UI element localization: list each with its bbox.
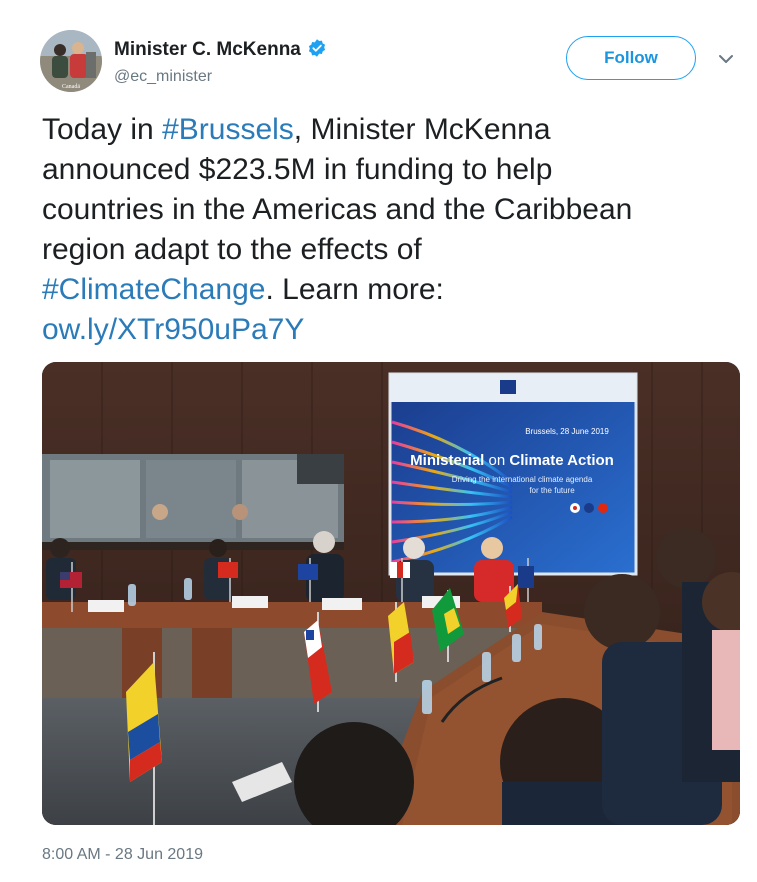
- tweet-text-segment: . Learn more:: [265, 273, 444, 306]
- tweet-line: region adapt to the effects of: [42, 230, 742, 270]
- tweet-photo[interactable]: Brussels, 28 June 2019 Ministerial on Cl…: [42, 362, 740, 825]
- banner-date: Brussels, 28 June 2019: [525, 427, 609, 436]
- tweet-line: countries in the Americas and the Caribb…: [42, 190, 742, 230]
- tweet-line: Today in #Brussels, Minister McKenna: [42, 110, 742, 150]
- follow-button[interactable]: Follow: [566, 36, 696, 80]
- author-name[interactable]: Minister C. McKenna: [114, 38, 327, 61]
- banner-subtitle-1: Driving the international climate agenda: [452, 475, 593, 484]
- tweet-header: Canadā Minister C. McKenna @ec_minister …: [40, 28, 740, 92]
- verified-badge-icon: [308, 39, 325, 57]
- author-handle[interactable]: @ec_minister: [114, 68, 212, 86]
- hashtag-link[interactable]: #ClimateChange: [42, 273, 265, 306]
- tweet-text: Today in #Brussels, Minister McKenna anno…: [42, 110, 742, 350]
- tweet-text-segment: region adapt to the effects of: [42, 233, 422, 266]
- banner-title-a: Ministerial: [410, 452, 484, 469]
- url-link[interactable]: ow.ly/XTr950uPa7Y: [42, 313, 304, 346]
- avatar[interactable]: Canadā: [40, 30, 102, 92]
- tweet-text-segment: , Minister McKenna: [293, 113, 551, 146]
- hashtag-link[interactable]: #Brussels: [162, 113, 294, 146]
- banner-subtitle-2: for the future: [529, 486, 575, 495]
- tweet-text-segment: announced $223.5M in funding to help: [42, 153, 553, 186]
- banner-title-c: Climate Action: [509, 452, 613, 469]
- banner-title-b: on: [484, 452, 509, 469]
- tweet-line: ow.ly/XTr950uPa7Y: [42, 310, 742, 350]
- chevron-down-icon[interactable]: [717, 52, 735, 66]
- banner-title: Ministerial on Climate Action: [410, 452, 614, 469]
- avatar-caption: Canadā: [62, 84, 80, 90]
- author-name-text[interactable]: Minister C. McKenna: [114, 39, 301, 60]
- tweet-text-segment: countries in the Americas and the Caribb…: [42, 193, 633, 226]
- tweet-text-segment: Today in: [42, 113, 163, 146]
- tweet-timestamp[interactable]: 8:00 AM - 28 Jun 2019: [42, 846, 203, 864]
- conference-photo: Brussels, 28 June 2019 Ministerial on Cl…: [42, 362, 740, 825]
- tweet-line: announced $223.5M in funding to help: [42, 150, 742, 190]
- tweet-line: #ClimateChange. Learn more:: [42, 270, 742, 310]
